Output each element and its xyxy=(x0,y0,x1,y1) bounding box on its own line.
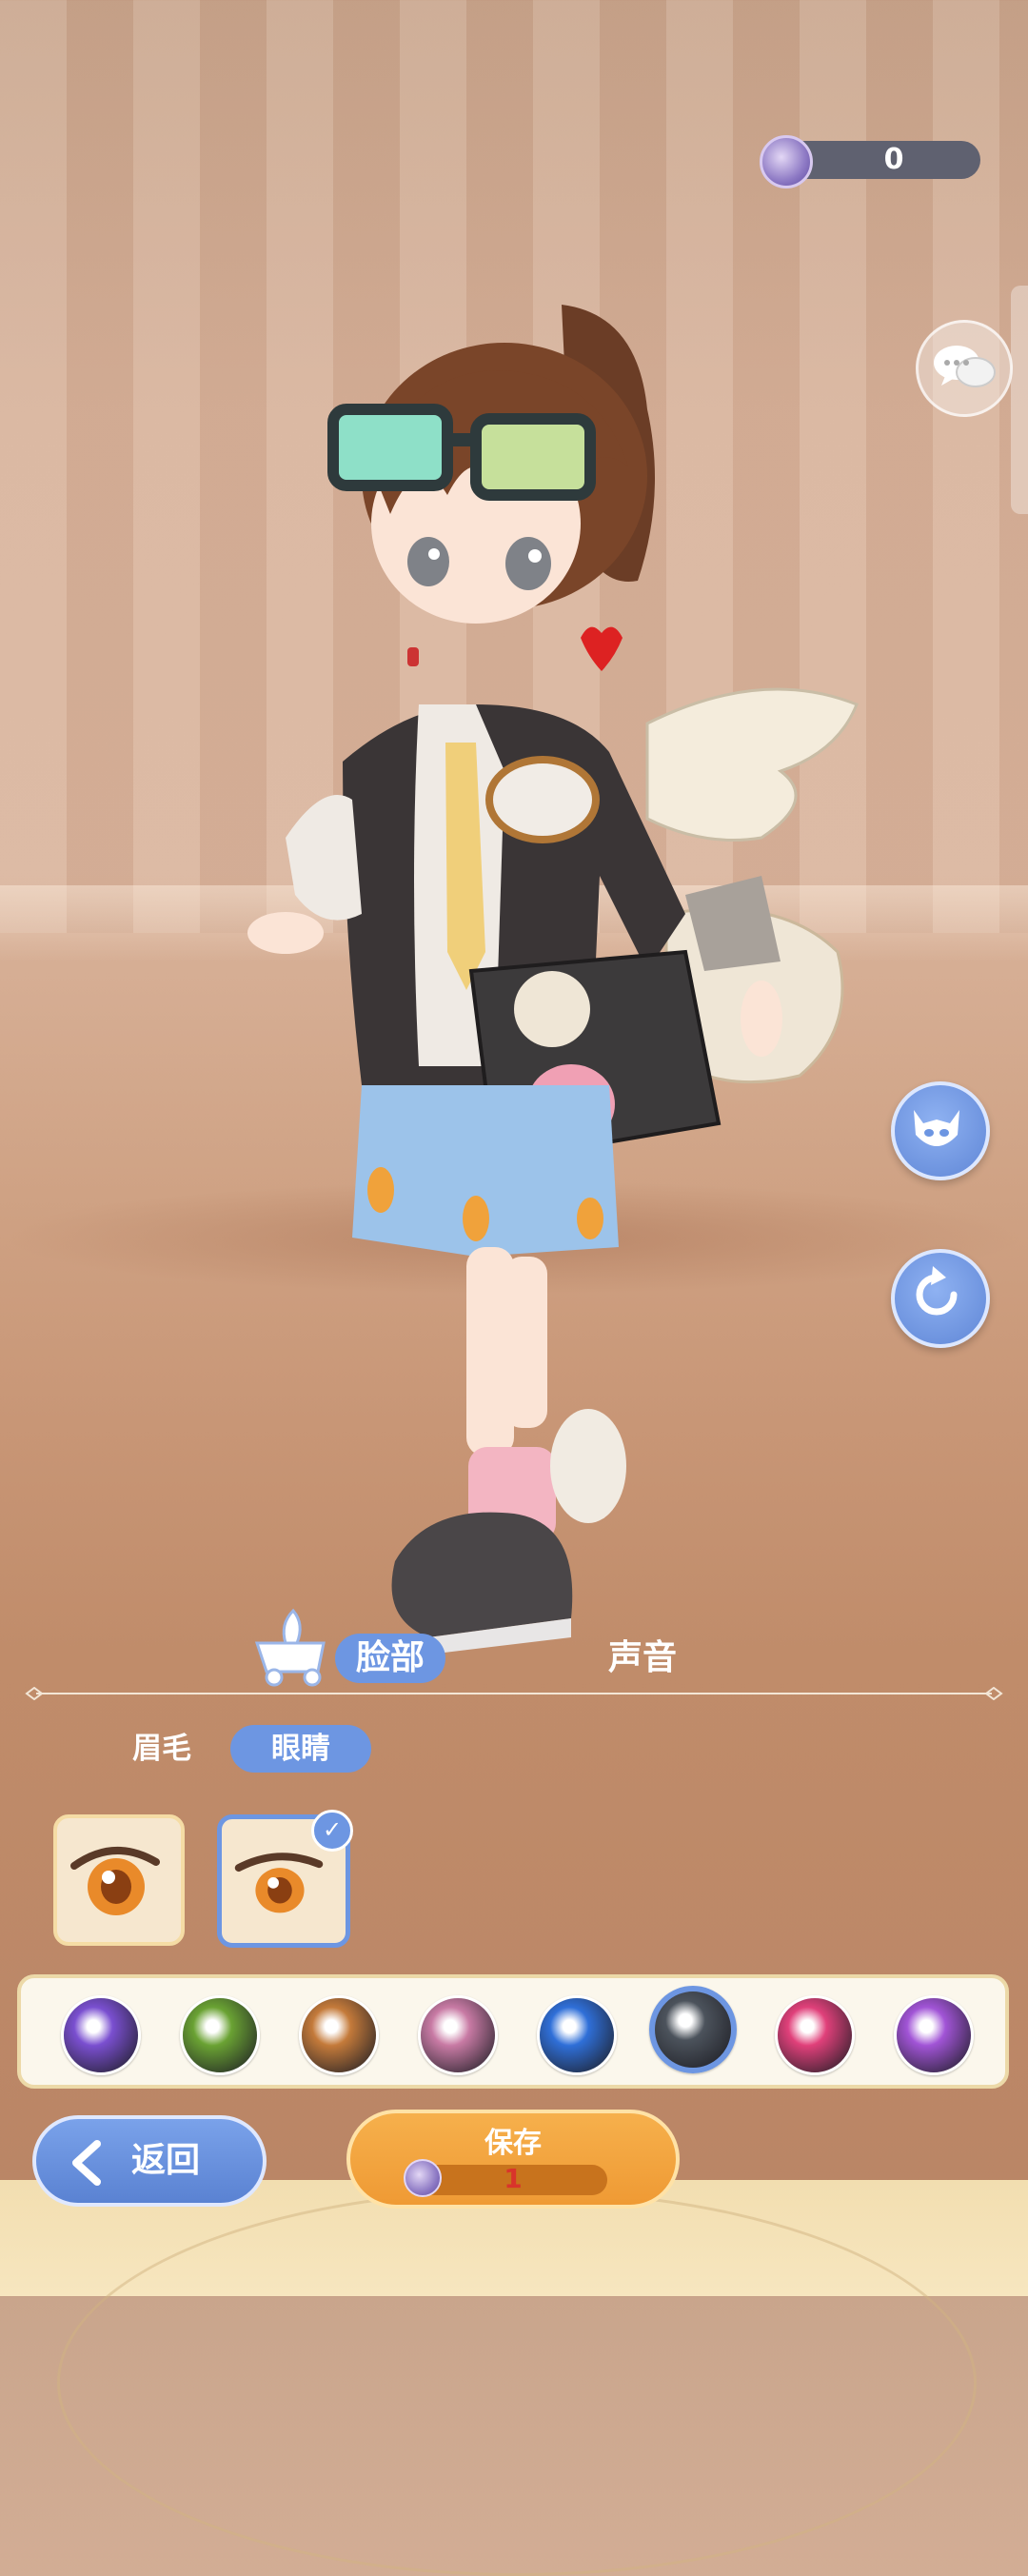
eye-color-swatch[interactable] xyxy=(894,1995,974,2075)
eye-style-option-selected[interactable]: ✓ xyxy=(217,1810,353,1948)
back-arrow-icon xyxy=(72,2140,101,2186)
face-mask-button[interactable] xyxy=(891,1081,990,1180)
chat-button[interactable] xyxy=(916,320,1013,417)
tab-divider xyxy=(25,1687,1003,1700)
crystal-coin-icon xyxy=(760,135,813,188)
eye-style-thumbnail xyxy=(70,1847,160,1915)
cart-mascot-icon xyxy=(254,1608,326,1687)
subtab-eyes[interactable]: 眼睛 xyxy=(230,1725,371,1773)
back-label: 返回 xyxy=(131,2141,201,2180)
decorative-arc xyxy=(57,2190,977,2576)
eye-style-option[interactable] xyxy=(53,1814,185,1946)
save-button[interactable]: 保存 1 xyxy=(346,2110,680,2209)
reset-rotate-button[interactable] xyxy=(891,1249,990,1348)
tab-voice[interactable]: 声音 xyxy=(590,1634,695,1683)
save-label: 保存 xyxy=(484,2127,542,2160)
eye-color-swatch[interactable] xyxy=(299,1995,379,2075)
currency-amount: 0 xyxy=(883,143,904,176)
eye-color-swatch-selected[interactable] xyxy=(649,1986,737,2073)
subtab-eyebrow[interactable]: 眉毛 xyxy=(114,1725,209,1773)
eye-color-swatch[interactable] xyxy=(537,1995,617,2075)
face-mask-icon xyxy=(914,1110,959,1146)
eye-color-swatch[interactable] xyxy=(775,1995,855,2075)
eye-color-swatch[interactable] xyxy=(180,1995,260,2075)
back-button[interactable]: 返回 xyxy=(32,2115,267,2207)
checkmark-icon: ✓ xyxy=(311,1810,353,1852)
currency-display: 0 xyxy=(760,135,980,188)
eye-color-palette xyxy=(17,1974,1009,2089)
tab-face[interactable]: 脸部 xyxy=(335,1634,445,1683)
character-avatar[interactable] xyxy=(190,305,876,1752)
side-panel-handle[interactable] xyxy=(1011,286,1028,514)
chat-icon xyxy=(934,346,996,387)
eye-color-swatch[interactable] xyxy=(418,1995,498,2075)
save-cost: 1 xyxy=(504,2163,523,2194)
reset-rotate-icon xyxy=(916,1266,958,1316)
eye-color-swatch[interactable] xyxy=(61,1995,141,2075)
